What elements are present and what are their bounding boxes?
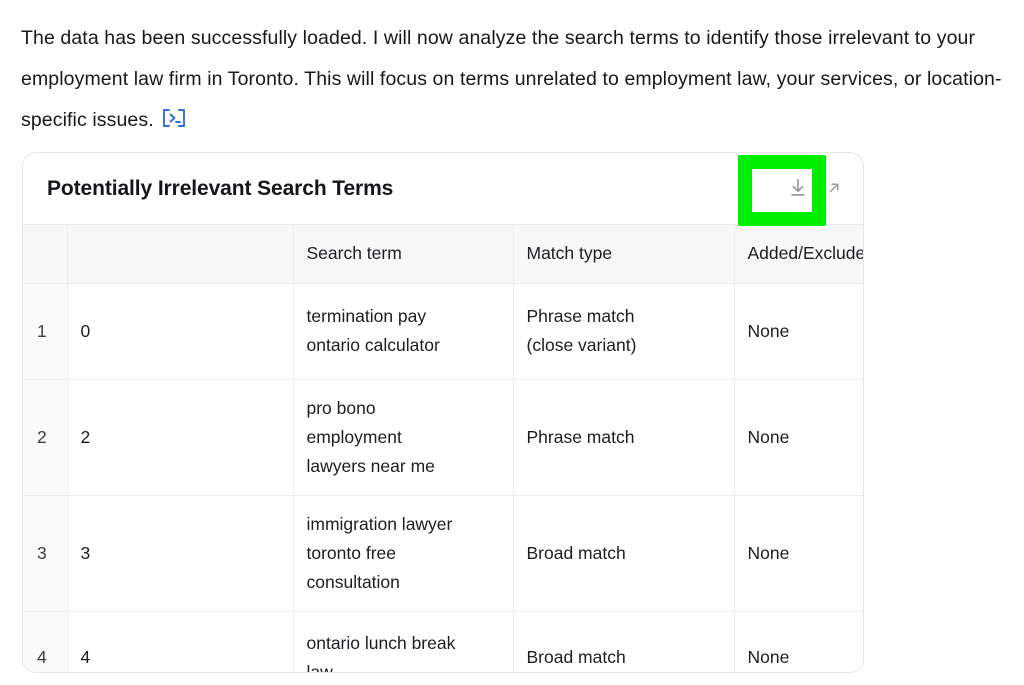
- column-header-index[interactable]: [67, 225, 294, 284]
- card-header: Potentially Irrelevant Search Terms: [23, 153, 863, 225]
- expand-icon: [825, 179, 843, 200]
- search-terms-table: Search term Match type Added/Excluded 1 …: [23, 225, 863, 672]
- table-row[interactable]: 4 4 ontario lunch break law Broad match …: [23, 611, 863, 672]
- card-actions: [781, 153, 851, 225]
- cell-search-term: ontario lunch break law: [293, 611, 514, 672]
- card-title: Potentially Irrelevant Search Terms: [47, 176, 394, 200]
- cell-match-type: Broad match: [513, 495, 735, 612]
- cell-match-type: Phrase match (close variant): [513, 283, 735, 380]
- table-row[interactable]: 3 3 immigration lawyer toronto free cons…: [23, 495, 863, 612]
- cell-rownum: 2: [23, 379, 68, 496]
- cell-index: 2: [67, 379, 294, 496]
- assistant-message: The data has been successfully loaded. I…: [21, 18, 1011, 141]
- table-head: Search term Match type Added/Excluded: [23, 225, 863, 284]
- search-terms-card: Potentially Irrelevant Search Terms Sear…: [22, 152, 864, 673]
- column-header-added-excluded[interactable]: Added/Excluded: [734, 225, 863, 284]
- table-scroll-region[interactable]: Search term Match type Added/Excluded 1 …: [23, 225, 863, 672]
- cell-index: 3: [67, 495, 294, 612]
- table-row[interactable]: 2 2 pro bono employment lawyers near me …: [23, 379, 863, 496]
- cell-added-excluded: None: [734, 283, 863, 380]
- column-header-rownum[interactable]: [23, 225, 68, 284]
- table-header-row: Search term Match type Added/Excluded: [23, 225, 863, 284]
- column-header-search-term[interactable]: Search term: [293, 225, 514, 284]
- column-header-match-type[interactable]: Match type: [513, 225, 735, 284]
- cell-search-term: pro bono employment lawyers near me: [293, 379, 514, 496]
- terminal-icon[interactable]: [161, 102, 187, 127]
- cell-rownum: 1: [23, 283, 68, 380]
- table-body: 1 0 termination pay ontario calculator P…: [23, 283, 863, 672]
- cell-match-type: Broad match: [513, 611, 735, 672]
- table-row[interactable]: 1 0 termination pay ontario calculator P…: [23, 283, 863, 380]
- expand-button[interactable]: [817, 172, 851, 206]
- cell-added-excluded: None: [734, 379, 863, 496]
- cell-index: 4: [67, 611, 294, 672]
- page-root: The data has been successfully loaded. I…: [0, 0, 1024, 685]
- cell-rownum: 3: [23, 495, 68, 612]
- cell-added-excluded: None: [734, 611, 863, 672]
- cell-search-term: immigration lawyer toronto free consulta…: [293, 495, 514, 612]
- download-button[interactable]: [781, 172, 815, 206]
- cell-index: 0: [67, 283, 294, 380]
- cell-added-excluded: None: [734, 495, 863, 612]
- download-icon: [787, 177, 809, 202]
- cell-match-type: Phrase match: [513, 379, 735, 496]
- cell-rownum: 4: [23, 611, 68, 672]
- cell-search-term: termination pay ontario calculator: [293, 283, 514, 380]
